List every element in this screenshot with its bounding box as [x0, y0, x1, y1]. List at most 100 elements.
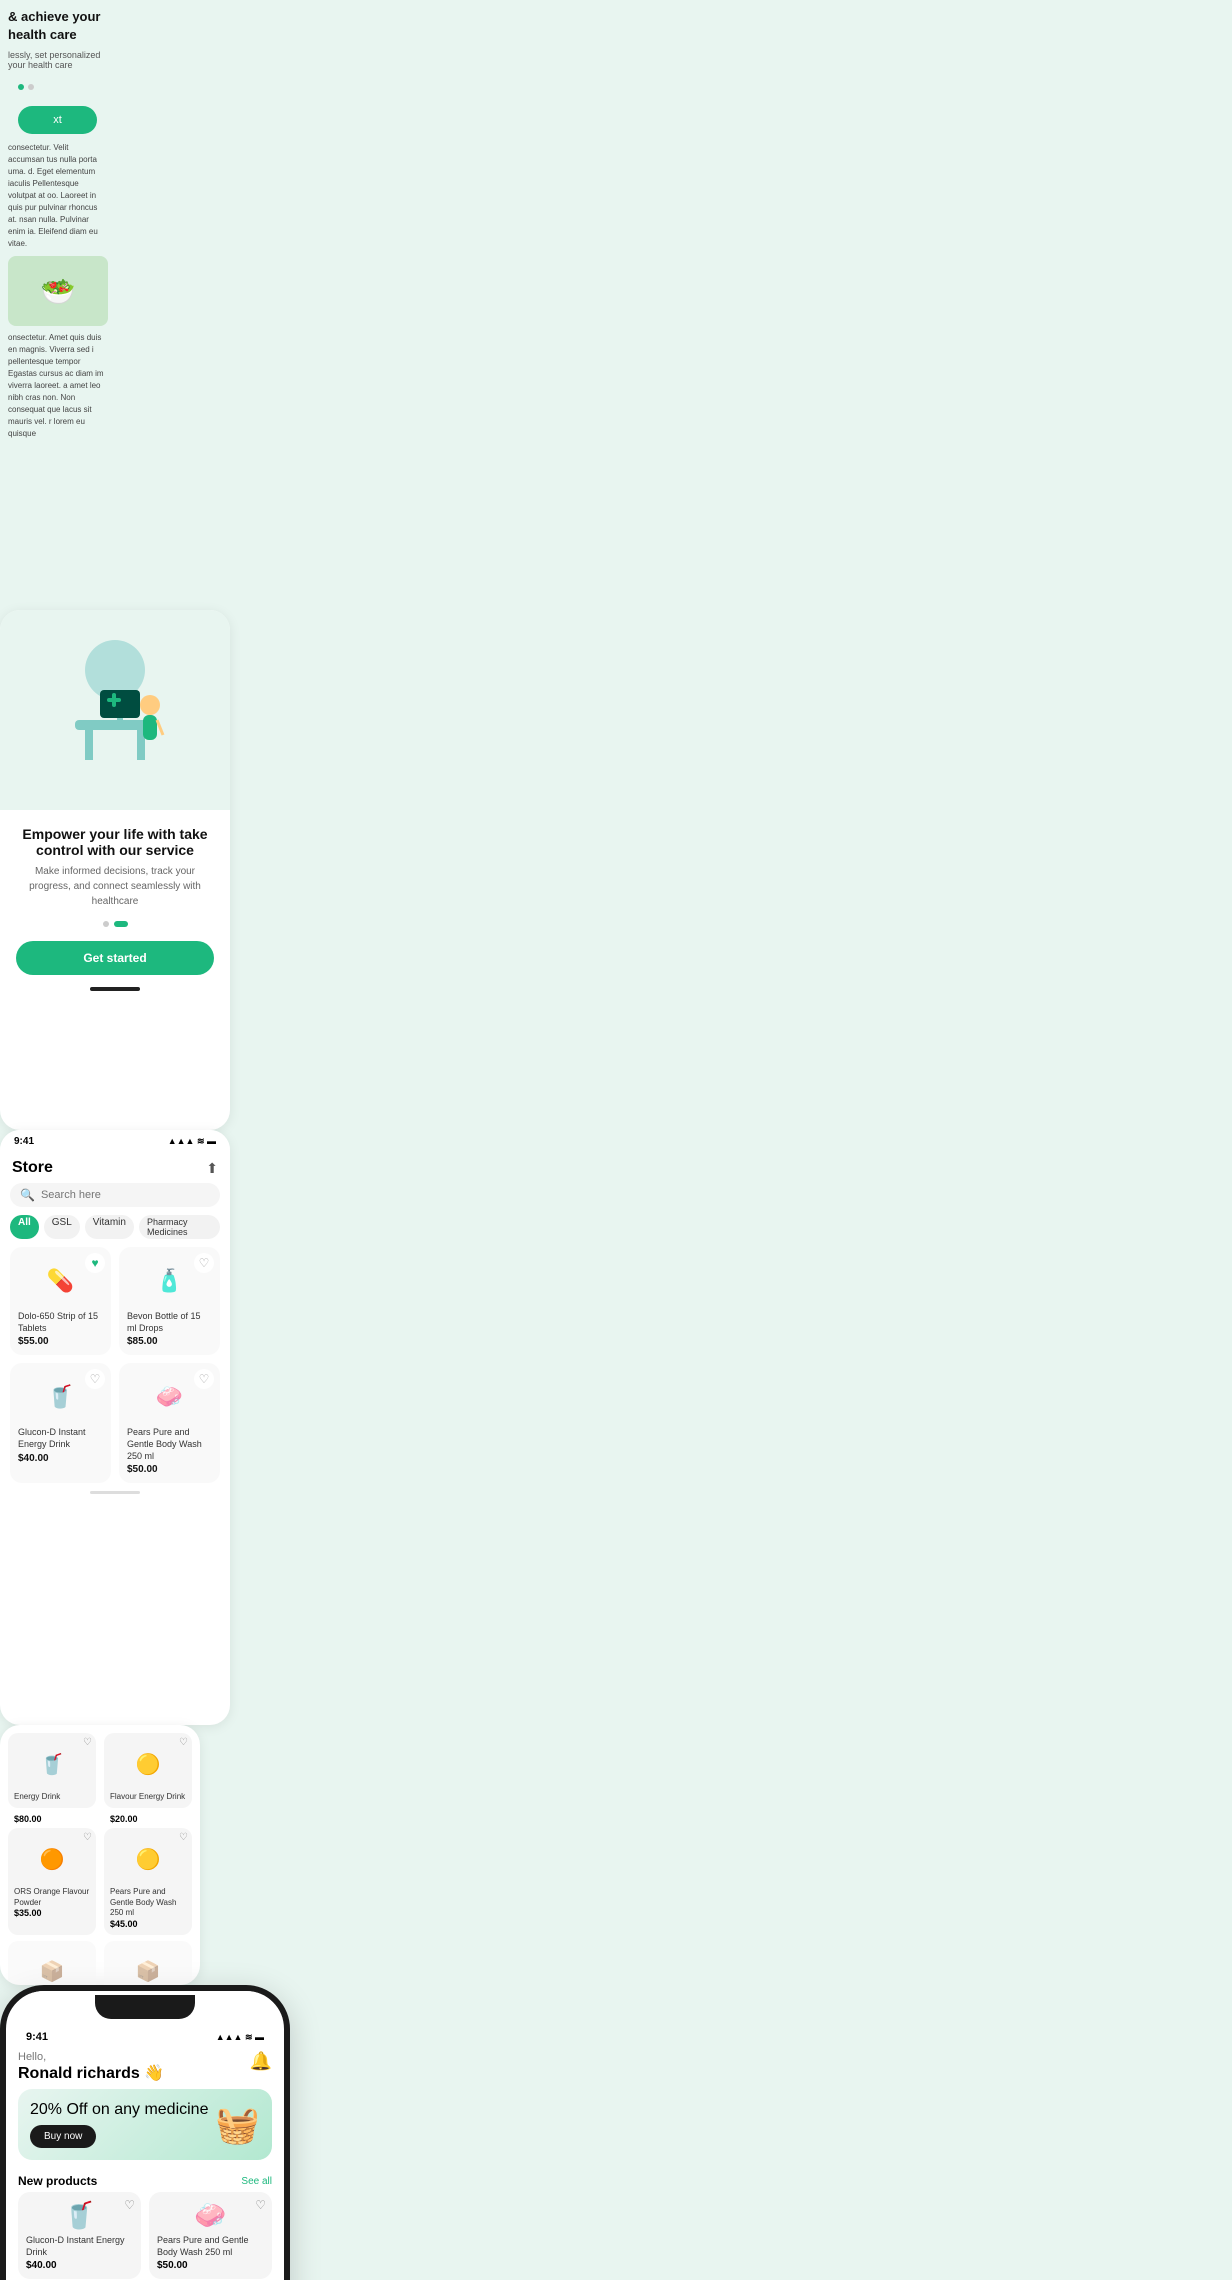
get-started-button[interactable]: Get started — [16, 941, 214, 975]
filter-all[interactable]: All — [10, 1215, 39, 1239]
filter-vitamin[interactable]: Vitamin — [85, 1215, 134, 1239]
store-search-input[interactable] — [41, 1189, 210, 1201]
new-product-1[interactable]: ♡ 🥤 Glucon-D Instant Energy Drink $40.00 — [18, 2192, 141, 2279]
new-products-title: New products — [18, 2174, 97, 2188]
fav-new-1[interactable]: ♡ — [124, 2198, 135, 2212]
empower-dot-2 — [114, 921, 128, 927]
product-pears[interactable]: ♡ 🟡 Pears Pure and Gentle Body Wash 250 … — [104, 1828, 192, 1934]
para-text-2: onsectetur. Amet quis duis en magnis. Vi… — [8, 332, 107, 440]
filter-gsl[interactable]: GSL — [44, 1215, 80, 1239]
above-product-2[interactable]: ♡ 🟡 Flavour Energy Drink — [104, 1733, 192, 1808]
product-name-3: Glucon-D Instant Energy Drink — [18, 1427, 103, 1450]
main-phone: 9:41 ▲▲▲ ≋ ▬ Hello, Ronald richards 👋 🔔 … — [0, 1985, 290, 2280]
products-row-2: 📦 📦 — [8, 1941, 192, 1985]
onboard-tagline: & achieve your health care — [8, 8, 107, 44]
img-ors: 🟠 — [14, 1834, 90, 1884]
hello-text: Hello, — [18, 2051, 164, 2063]
favorite-button-1[interactable]: ♥ — [85, 1253, 105, 1273]
home-indicator — [90, 987, 140, 991]
filter-pharmacy[interactable]: Pharmacy Medicines — [139, 1215, 220, 1239]
above-price-1: $80.00 — [8, 1814, 96, 1824]
phone-notch — [95, 1995, 195, 2019]
products-row-1: ♡ 🟠 ORS Orange Flavour Powder $35.00 ♡ 🟡… — [8, 1828, 192, 1934]
banner-icon: 🧺 — [215, 2104, 260, 2146]
store-product-grid: 💊 ♥ Dolo-650 Strip of 15 Tablets $55.00 … — [0, 1247, 230, 1483]
product-card-4[interactable]: 🧼 ♡ Pears Pure and Gentle Body Wash 250 … — [119, 1363, 220, 1483]
new-products-see-all[interactable]: See all — [241, 2176, 272, 2187]
product-price-1: $55.00 — [18, 1336, 103, 1347]
product-name-1: Dolo-650 Strip of 15 Tablets — [18, 1311, 103, 1334]
fav-2[interactable]: ♡ — [179, 1737, 188, 1748]
name-pears: Pears Pure and Gentle Body Wash 250 ml — [110, 1887, 186, 1918]
price-ors: $35.00 — [14, 1908, 90, 1918]
left-text-panel: & achieve your health care lessly, set p… — [0, 0, 115, 610]
fav-new-2[interactable]: ♡ — [255, 2198, 266, 2212]
above-name-1: Energy Drink — [14, 1792, 90, 1802]
above-name-2: Flavour Energy Drink — [110, 1792, 186, 1802]
banner-buy-now[interactable]: Buy now — [30, 2125, 96, 2148]
favorite-button-2[interactable]: ♡ — [194, 1253, 214, 1273]
filter-row: All GSL Vitamin Pharmacy Medicines — [0, 1215, 230, 1247]
user-name: Ronald richards 👋 — [18, 2063, 164, 2083]
empower-illustration — [0, 610, 230, 810]
empower-title: Empower your life with take control with… — [0, 810, 230, 864]
main-status-icons: ▲▲▲ ≋ ▬ — [216, 2032, 264, 2043]
product-card-1[interactable]: 💊 ♥ Dolo-650 Strip of 15 Tablets $55.00 — [10, 1247, 111, 1355]
product-name-2: Bevon Bottle of 15 ml Drops — [127, 1311, 212, 1334]
main-status-bar: 9:41 ▲▲▲ ≋ ▬ — [6, 2019, 284, 2047]
above-prices-row: $80.00 $20.00 — [8, 1814, 192, 1824]
store-small-panel: 9:41 ▲▲▲ ≋ ▬ Store ⬆ 🔍 All GSL Vitamin P… — [0, 1130, 230, 1725]
above-img-2: 🟡 — [110, 1739, 186, 1789]
store-search-bar[interactable]: 🔍 — [10, 1183, 220, 1207]
product-ors[interactable]: ♡ 🟠 ORS Orange Flavour Powder $35.00 — [8, 1828, 96, 1934]
product-extra-1[interactable]: 📦 — [8, 1941, 96, 1985]
empower-panel: Empower your life with take control with… — [0, 610, 230, 1130]
emoji-new-2: 🧼 — [157, 2200, 264, 2231]
empower-dot-1 — [103, 921, 109, 927]
onboard-sub: lessly, set personalized your health car… — [8, 50, 107, 70]
product-price-4: $50.00 — [127, 1464, 212, 1475]
product-extra-2[interactable]: 📦 — [104, 1941, 192, 1985]
store-title: Store — [12, 1159, 53, 1177]
greeting: Hello, Ronald richards 👋 — [18, 2051, 164, 2083]
product-card-3[interactable]: 🥤 ♡ Glucon-D Instant Energy Drink $40.00 — [10, 1363, 111, 1483]
banner-off-text: 20% Off on any medicine — [30, 2101, 208, 2119]
fav-ors[interactable]: ♡ — [83, 1832, 92, 1843]
img-extra-2: 📦 — [110, 1947, 186, 1985]
new-prod-price-1: $40.00 — [26, 2260, 133, 2271]
product-name-4: Pears Pure and Gentle Body Wash 250 ml — [127, 1427, 212, 1462]
main-time: 9:41 — [26, 2031, 48, 2043]
product-price-3: $40.00 — [18, 1453, 103, 1464]
price-pears: $45.00 — [110, 1919, 186, 1929]
new-product-2[interactable]: ♡ 🧼 Pears Pure and Gentle Body Wash 250 … — [149, 2192, 272, 2279]
product-card-2[interactable]: 🧴 ♡ Bevon Bottle of 15 ml Drops $85.00 — [119, 1247, 220, 1355]
food-image: 🥗 — [8, 256, 108, 326]
greeting-row: Hello, Ronald richards 👋 🔔 — [6, 2047, 284, 2083]
para-text-1: consectetur. Velit accumsan tus nulla po… — [8, 142, 107, 250]
above-img-1: 🥤 — [14, 1739, 90, 1789]
name-ors: ORS Orange Flavour Powder — [14, 1887, 90, 1908]
fav-1[interactable]: ♡ — [83, 1737, 92, 1748]
promo-banner[interactable]: 20% Off on any medicine Buy now 🧺 — [18, 2089, 272, 2160]
fav-pears[interactable]: ♡ — [179, 1832, 188, 1843]
bottom-indicator — [90, 1491, 140, 1494]
store-header: Store ⬆ — [0, 1149, 230, 1183]
bell-icon[interactable]: 🔔 — [250, 2051, 272, 2072]
emoji-new-1: 🥤 — [26, 2200, 133, 2231]
store-upload-icon: ⬆ — [206, 1160, 218, 1177]
notch-area — [6, 1991, 284, 2019]
store-status-icons: ▲▲▲ ≋ ▬ — [168, 1136, 216, 1147]
new-prod-price-2: $50.00 — [157, 2260, 264, 2271]
next-button[interactable]: xt — [18, 106, 97, 134]
empower-sub: Make informed decisions, track your prog… — [0, 864, 230, 921]
dot-2 — [28, 84, 34, 90]
above-price-2: $20.00 — [104, 1814, 192, 1824]
above-product-1[interactable]: ♡ 🥤 Energy Drink — [8, 1733, 96, 1808]
dot-1 — [18, 84, 24, 90]
new-products-header: New products See all — [6, 2166, 284, 2192]
img-extra-1: 📦 — [14, 1947, 90, 1985]
new-prod-name-1: Glucon-D Instant Energy Drink — [26, 2235, 133, 2258]
search-icon: 🔍 — [20, 1188, 35, 1202]
banner-content: 20% Off on any medicine Buy now — [30, 2101, 208, 2148]
new-prod-name-2: Pears Pure and Gentle Body Wash 250 ml — [157, 2235, 264, 2258]
